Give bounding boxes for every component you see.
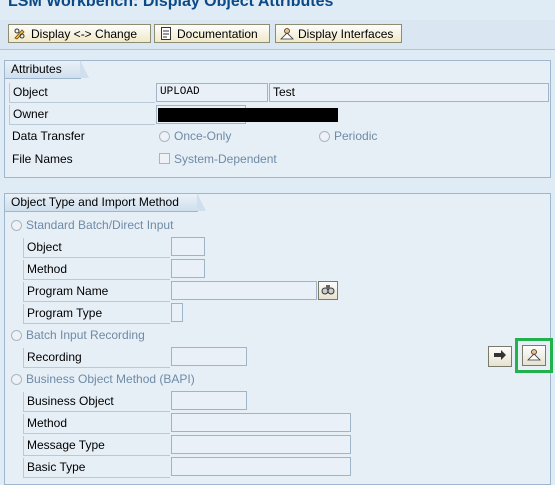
periodic-label: Periodic — [334, 129, 378, 143]
standard-batch-radio[interactable] — [11, 220, 22, 231]
standard-batch-label: Standard Batch/Direct Input — [26, 218, 174, 232]
display-change-button[interactable]: Display <-> Change — [8, 24, 151, 43]
file-names-label: File Names — [12, 152, 73, 166]
display-recording-button[interactable] — [522, 345, 546, 366]
method-field[interactable] — [171, 259, 205, 278]
program-name-label: Program Name — [23, 282, 170, 302]
object-description-field[interactable]: Test — [269, 83, 549, 102]
basic-type-label: Basic Type — [23, 458, 170, 478]
pencil-glasses-icon — [13, 27, 27, 40]
window-title-bar: LSM Workbench: Display Object Attributes — [0, 0, 555, 20]
data-transfer-label: Data Transfer — [12, 129, 85, 143]
method-label: Method — [23, 260, 170, 280]
message-type-field[interactable] — [171, 435, 351, 454]
display-interfaces-label: Display Interfaces — [298, 26, 394, 41]
attributes-group: Attributes Object UPLOAD Test Owner Data… — [4, 60, 551, 178]
business-object-field[interactable] — [171, 391, 247, 410]
person-icon — [280, 27, 294, 40]
business-object-label: Business Object — [23, 392, 170, 412]
periodic-radio[interactable] — [319, 131, 330, 142]
program-type-label: Program Type — [23, 304, 170, 324]
bapi-method-field[interactable] — [171, 413, 351, 432]
batch-input-recording-label: Batch Input Recording — [26, 328, 145, 342]
display-interfaces-button[interactable]: Display Interfaces — [275, 24, 402, 43]
binoculars-button[interactable] — [318, 281, 338, 300]
bapi-radio[interactable] — [11, 374, 22, 385]
application-toolbar: Display <-> Change Documentation Display… — [0, 20, 555, 50]
execute-recording-button[interactable] — [488, 346, 512, 367]
system-dependent-label: System-Dependent — [174, 152, 277, 166]
documentation-button[interactable]: Documentation — [154, 24, 270, 43]
basic-type-field[interactable] — [171, 457, 351, 476]
object-label: Object — [9, 83, 155, 103]
bapi-method-label: Method — [23, 414, 170, 434]
system-dependent-checkbox[interactable] — [159, 153, 170, 164]
object-label: Object — [23, 238, 170, 258]
once-only-label: Once-Only — [174, 129, 232, 143]
batch-input-recording-radio[interactable] — [11, 330, 22, 341]
program-type-field[interactable] — [171, 303, 183, 322]
attributes-group-title: Attributes — [5, 60, 89, 79]
recording-field[interactable] — [171, 347, 247, 366]
recording-label: Recording — [23, 348, 170, 368]
object-value-field[interactable]: UPLOAD — [156, 83, 268, 102]
program-name-field[interactable] — [171, 281, 317, 300]
arrow-right-icon — [493, 349, 507, 364]
owner-redaction — [158, 108, 338, 122]
message-type-label: Message Type — [23, 436, 170, 456]
import-method-group-title: Object Type and Import Method — [5, 193, 206, 212]
documentation-label: Documentation — [177, 26, 258, 41]
import-method-group: Object Type and Import Method Standard B… — [4, 193, 553, 485]
window-title: LSM Workbench: Display Object Attributes — [8, 0, 334, 10]
object-field[interactable] — [171, 237, 205, 256]
once-only-radio[interactable] — [159, 131, 170, 142]
display-change-label: Display <-> Change — [31, 26, 138, 41]
document-icon — [159, 27, 173, 40]
owner-label: Owner — [9, 105, 155, 125]
person-icon — [527, 348, 541, 364]
binoculars-icon — [321, 283, 335, 298]
bapi-label: Business Object Method (BAPI) — [26, 372, 195, 386]
